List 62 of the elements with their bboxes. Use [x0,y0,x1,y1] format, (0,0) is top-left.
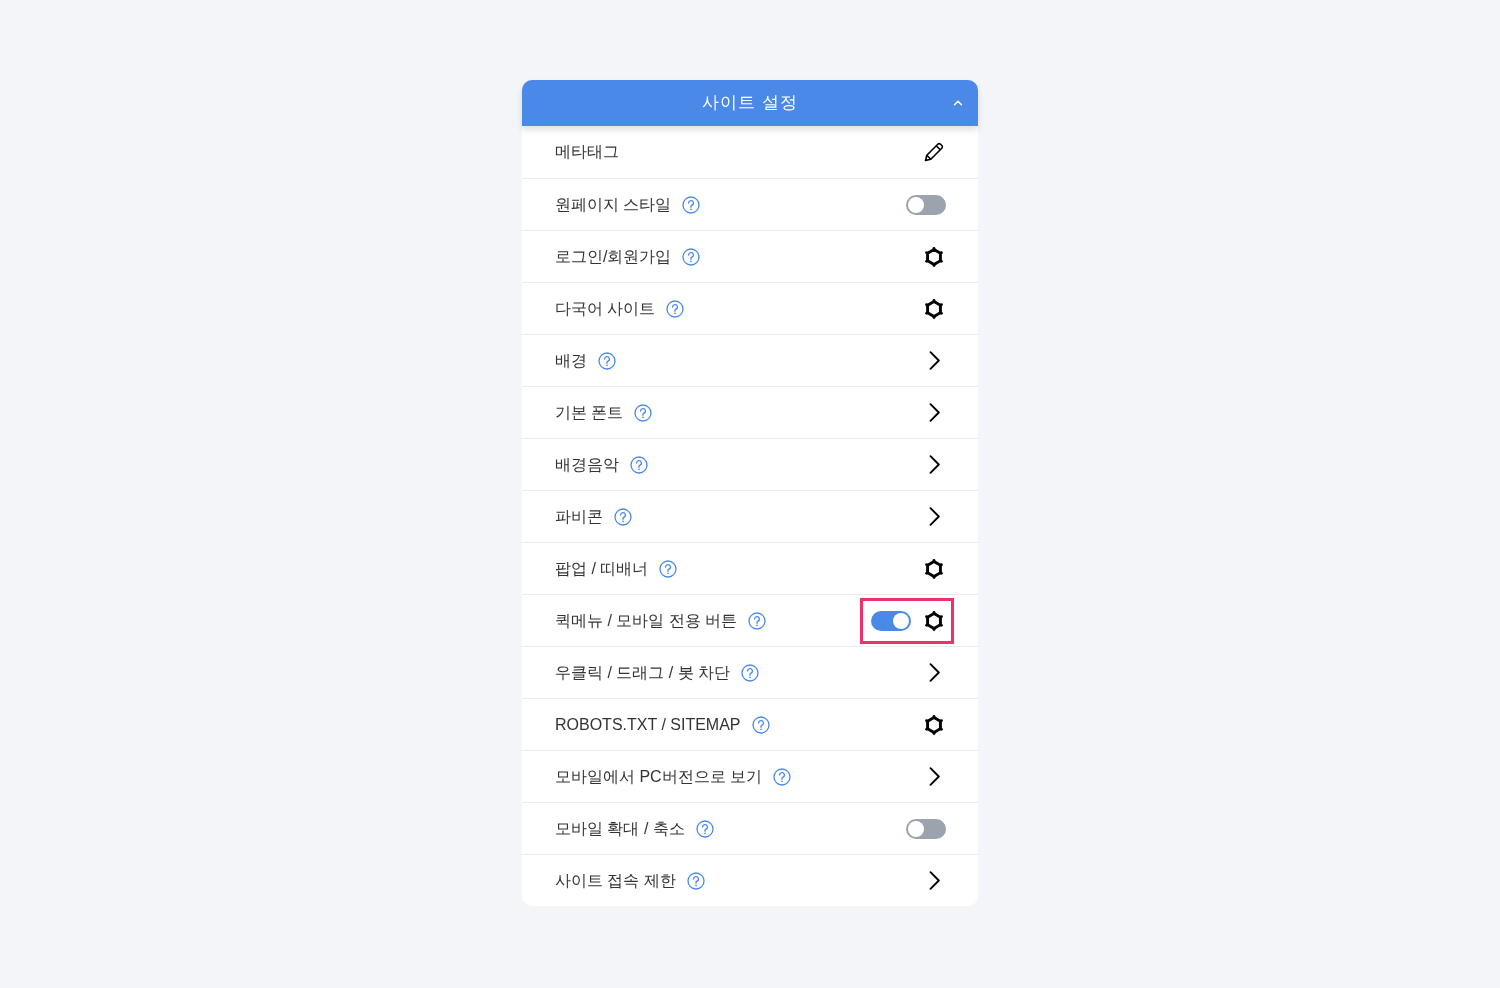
settings-row[interactable]: 퀵메뉴 / 모바일 전용 버튼 [522,594,978,646]
settings-row[interactable]: 원페이지 스타일 [522,178,978,230]
chevron-right-icon[interactable] [929,871,940,890]
row-label: 퀵메뉴 / 모바일 전용 버튼 [555,610,738,631]
toggle-switch[interactable] [906,818,946,839]
row-label: 원페이지 스타일 [555,194,672,215]
help-icon[interactable] [748,611,767,630]
settings-row[interactable]: 파비콘 [522,490,978,542]
help-icon[interactable] [695,819,714,838]
chevron-right-icon[interactable] [929,767,940,786]
help-icon[interactable] [751,715,770,734]
settings-row[interactable]: ROBOTS.TXT / SITEMAP [522,698,978,750]
help-icon[interactable] [598,351,616,370]
chevron-right-icon[interactable] [929,403,940,422]
help-icon[interactable] [634,403,653,422]
row-label: 다국어 사이트 [555,298,656,319]
settings-row[interactable]: 사이트 접속 제한 [522,854,978,906]
chevron-right-icon[interactable] [929,455,940,474]
row-label: 배경 [555,350,587,371]
settings-icon[interactable] [923,245,945,268]
settings-row[interactable]: 다국어 사이트 [522,282,978,334]
help-icon[interactable] [773,767,792,786]
help-icon[interactable] [666,299,685,318]
toggle-switch[interactable] [906,194,946,215]
settings-row[interactable]: 우클릭 / 드래그 / 봇 차단 [522,646,978,698]
pencil-icon[interactable] [922,140,946,164]
row-label: 사이트 접속 제한 [555,870,676,891]
chevron-right-icon[interactable] [929,507,940,526]
chevron-right-icon[interactable] [929,663,940,682]
settings-icon[interactable] [923,609,945,632]
settings-row[interactable]: 로그인/회원가입 [522,230,978,282]
help-icon[interactable] [630,455,648,474]
settings-icon[interactable] [923,713,945,736]
row-label: 기본 폰트 [555,402,624,423]
settings-icon[interactable] [923,297,945,320]
help-icon[interactable] [614,507,632,526]
panel-title: 사이트 설정 [702,92,798,115]
help-icon[interactable] [741,663,760,682]
toggle-switch[interactable] [871,610,911,631]
row-label: 메타태그 [555,142,619,162]
help-icon[interactable] [682,195,701,214]
settings-row[interactable]: 배경음악 [522,438,978,490]
settings-row[interactable]: 배경 [522,334,978,386]
row-label: 파비콘 [555,506,603,527]
help-icon[interactable] [682,247,701,266]
settings-row[interactable]: 팝업 / 띠배너 [522,542,978,594]
row-label: 배경음악 [555,454,619,475]
settings-icon[interactable] [923,557,945,580]
settings-row[interactable]: 메타태그 [522,126,978,178]
chevron-up-icon[interactable] [953,100,963,106]
chevron-right-icon[interactable] [929,351,940,370]
row-label: 모바일 확대 / 축소 [555,818,685,839]
settings-row[interactable]: 기본 폰트 [522,386,978,438]
settings-row[interactable]: 모바일에서 PC버전으로 보기 [522,750,978,802]
row-label: 모바일에서 PC버전으로 보기 [555,766,763,787]
row-label: 우클릭 / 드래그 / 봇 차단 [555,662,731,683]
row-label: ROBOTS.TXT / SITEMAP [555,714,741,735]
row-label: 로그인/회원가입 [555,246,672,267]
settings-row[interactable]: 모바일 확대 / 축소 [522,802,978,854]
row-label: 팝업 / 띠배너 [555,558,649,579]
help-icon[interactable] [686,871,705,890]
help-icon[interactable] [659,559,678,578]
